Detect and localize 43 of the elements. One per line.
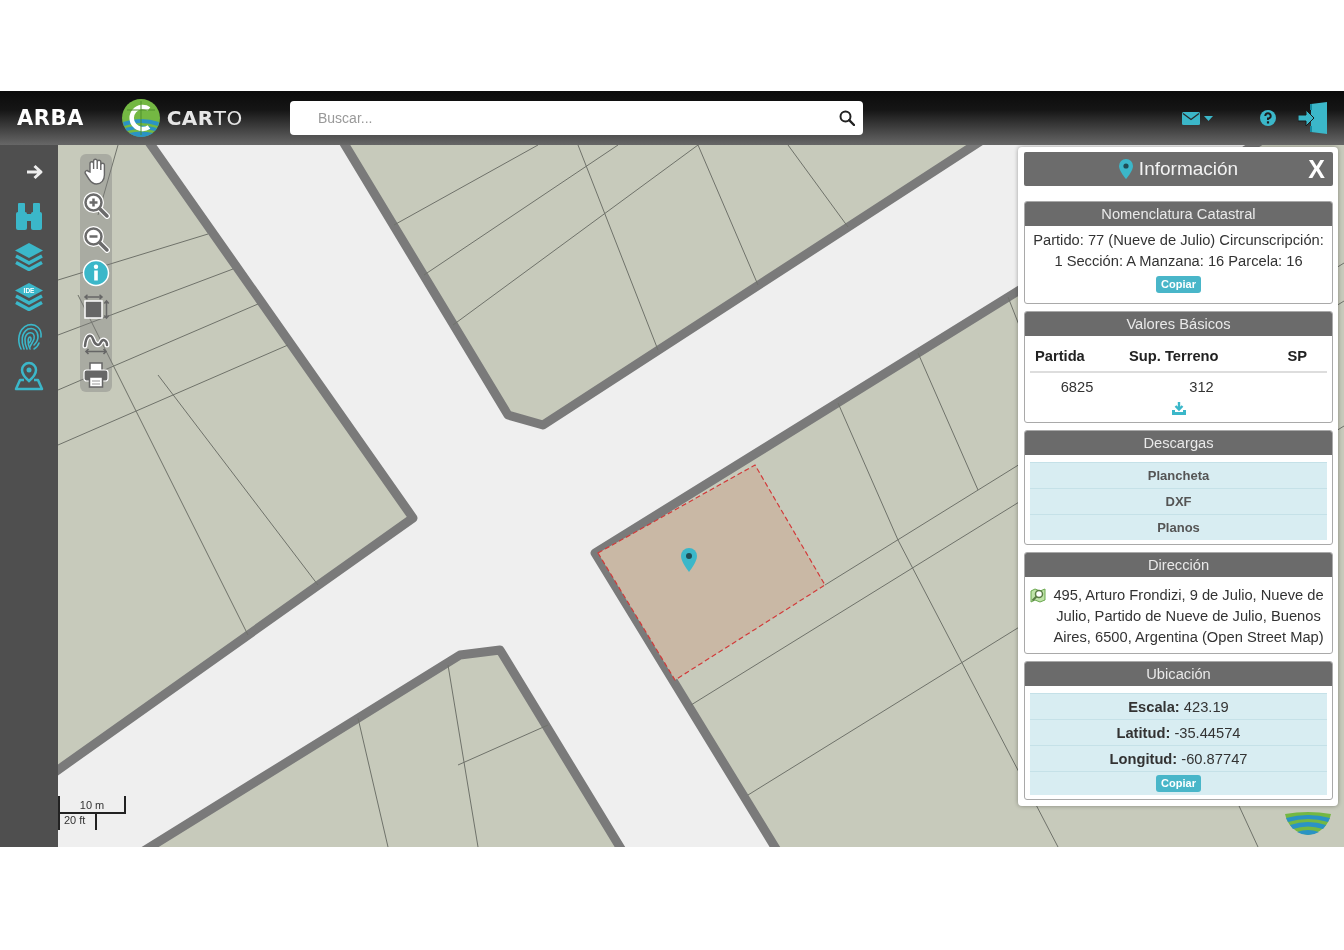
mail-icon[interactable] bbox=[1182, 111, 1200, 125]
location-pin-icon bbox=[1118, 159, 1133, 179]
section-header: Descargas bbox=[1025, 431, 1332, 455]
arrow-right-icon[interactable] bbox=[26, 164, 44, 180]
map-marker-icon bbox=[681, 548, 697, 572]
caret-icon[interactable] bbox=[1204, 115, 1213, 121]
column-header: Sup. Terreno bbox=[1124, 336, 1279, 372]
section-header: Nomenclatura Catastral bbox=[1025, 202, 1332, 226]
globe-logo-icon bbox=[120, 98, 161, 138]
location-value: Latitud: -35.44574 bbox=[1030, 719, 1327, 745]
map-pin-icon[interactable] bbox=[14, 361, 44, 391]
table-cell: 312 bbox=[1124, 372, 1279, 398]
section-header: Valores Básicos bbox=[1025, 312, 1332, 336]
map-search-icon bbox=[1030, 587, 1046, 603]
location-value: Longitud: -60.87747 bbox=[1030, 745, 1327, 771]
nomenclature-text: Partido: 77 (Nueve de Julio) Circunscripción: 1 Sección: A Manzana: 16 Parcela: 16 bbox=[1032, 231, 1325, 271]
close-button[interactable]: X bbox=[1308, 155, 1325, 183]
column-header: Partida bbox=[1030, 336, 1124, 372]
address-text: 495, Arturo Frondizi, 9 de Julio, Nueve de Julio, Partido de Nueve de Julio, Buenos Aires, 6500, Argentina (Open Street Map) bbox=[1052, 586, 1325, 647]
scale-label: 10 m bbox=[79, 799, 105, 812]
help-icon[interactable] bbox=[1260, 110, 1276, 126]
logo-text: CARTO bbox=[166, 106, 243, 130]
binoculars-icon[interactable] bbox=[14, 201, 44, 231]
exit-door-icon[interactable] bbox=[1298, 102, 1328, 134]
printer-icon[interactable] bbox=[82, 361, 110, 389]
download-link[interactable]: Planos bbox=[1030, 514, 1327, 540]
scale-label: 20 ft bbox=[64, 814, 86, 827]
globe-logo-icon bbox=[1283, 812, 1333, 836]
download-link[interactable]: DXF bbox=[1030, 488, 1327, 514]
zoom-in-icon[interactable] bbox=[82, 191, 110, 219]
layers-icon[interactable] bbox=[14, 241, 44, 271]
zoom-out-icon[interactable] bbox=[82, 225, 110, 253]
search-field[interactable]: Buscar... bbox=[290, 101, 863, 135]
brand-logo-text: ARBA bbox=[17, 106, 84, 130]
section-header: Ubicación bbox=[1025, 662, 1332, 686]
column-header: SP bbox=[1279, 336, 1327, 372]
search-icon[interactable] bbox=[839, 110, 855, 126]
download-link[interactable]: Plancheta bbox=[1030, 462, 1327, 488]
full-extent-icon[interactable] bbox=[82, 293, 110, 321]
table-cell: 6825 bbox=[1030, 372, 1124, 398]
section-header: Dirección bbox=[1025, 553, 1332, 577]
location-value: Escala: 423.19 bbox=[1030, 693, 1327, 719]
panel-title: Información bbox=[1138, 158, 1239, 180]
